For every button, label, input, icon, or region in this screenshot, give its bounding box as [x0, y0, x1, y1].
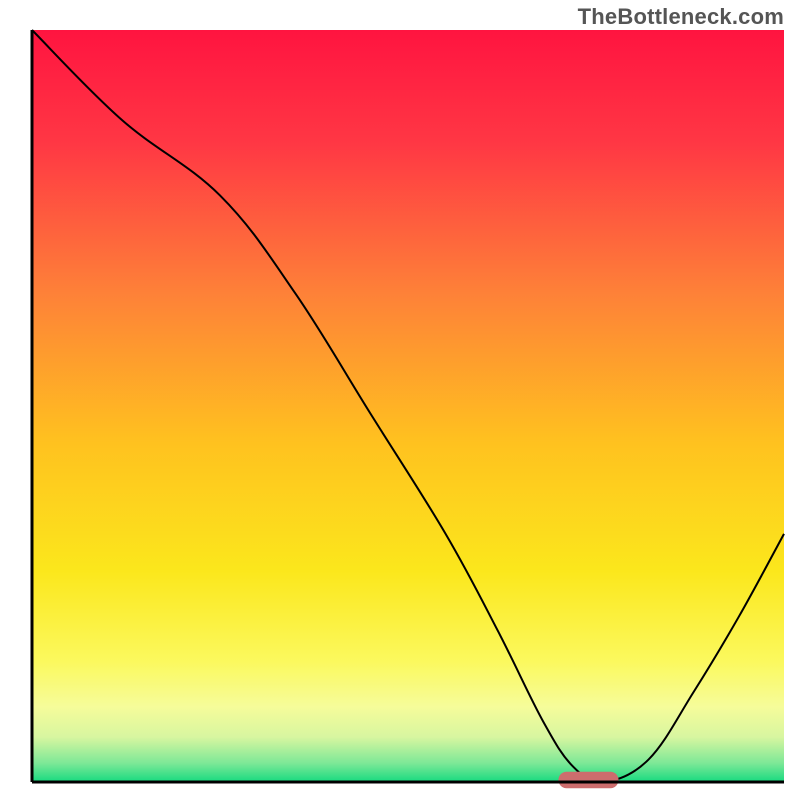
- optimal-marker: [558, 772, 618, 789]
- chart-container: TheBottleneck.com: [0, 0, 800, 800]
- plot-area: [32, 30, 784, 788]
- bottleneck-chart: [0, 0, 800, 800]
- watermark-text: TheBottleneck.com: [578, 4, 784, 30]
